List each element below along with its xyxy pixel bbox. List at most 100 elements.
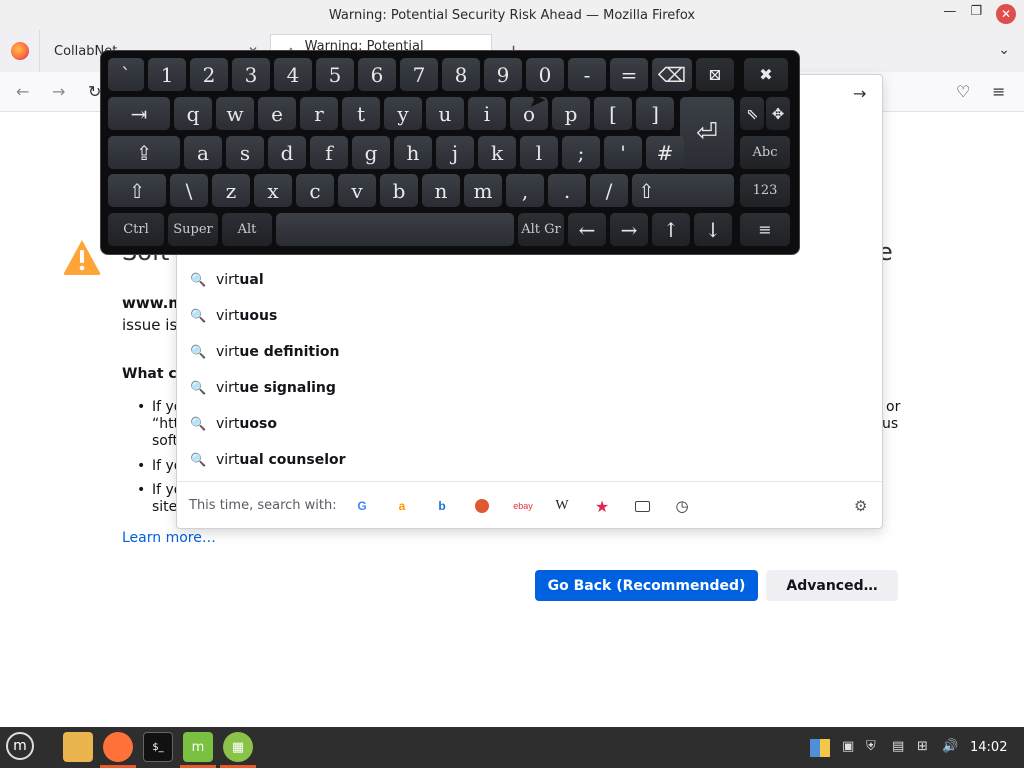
- ebay-icon[interactable]: ebay: [510, 497, 536, 515]
- key-7[interactable]: 7: [400, 58, 438, 91]
- caps-lock-key[interactable]: ⇪: [108, 136, 180, 169]
- key-u[interactable]: u: [426, 97, 464, 130]
- key-backslash[interactable]: \: [170, 174, 208, 207]
- key-t[interactable]: t: [342, 97, 380, 130]
- key-slash[interactable]: /: [590, 174, 628, 207]
- key-i[interactable]: i: [468, 97, 506, 130]
- super-key[interactable]: Super: [168, 213, 218, 246]
- key-s[interactable]: s: [226, 136, 264, 169]
- pointer-icon[interactable]: ⇖: [740, 97, 764, 130]
- tab-key[interactable]: ⇥: [108, 97, 170, 130]
- pocket-icon[interactable]: ♡: [956, 82, 970, 101]
- spreadsheet-icon[interactable]: ▦: [223, 732, 253, 762]
- close-keyboard-icon[interactable]: ✖: [744, 58, 788, 91]
- enter-key[interactable]: ⏎: [680, 97, 734, 169]
- suggestion-item[interactable]: 🔍 virt ue signaling: [190, 370, 336, 406]
- alt-key[interactable]: Alt: [222, 213, 272, 246]
- number-mode-key[interactable]: 123: [740, 174, 790, 207]
- alt-gr-key[interactable]: Alt Gr: [518, 213, 564, 246]
- bookmarks-icon[interactable]: ★: [593, 497, 611, 516]
- gear-icon[interactable]: ⚙: [854, 497, 867, 515]
- key-n[interactable]: n: [422, 174, 460, 207]
- key-g[interactable]: g: [352, 136, 390, 169]
- duckduckgo-icon[interactable]: [473, 497, 491, 515]
- key-m[interactable]: m: [464, 174, 502, 207]
- forward-icon[interactable]: →: [52, 82, 65, 101]
- key-1[interactable]: 1: [148, 58, 186, 91]
- network-icon[interactable]: ⊞: [917, 739, 928, 754]
- key-y[interactable]: y: [384, 97, 422, 130]
- key-2[interactable]: 2: [190, 58, 228, 91]
- bing-icon[interactable]: b: [433, 497, 451, 515]
- key-z[interactable]: z: [212, 174, 250, 207]
- right-shift-key[interactable]: ⇧: [632, 174, 734, 207]
- key-j[interactable]: j: [436, 136, 474, 169]
- key-d[interactable]: d: [268, 136, 306, 169]
- right-arrow-key[interactable]: →: [610, 213, 648, 246]
- back-icon[interactable]: ←: [16, 82, 29, 101]
- firefox-icon[interactable]: [103, 732, 133, 762]
- key-quote[interactable]: ': [604, 136, 642, 169]
- key-minus[interactable]: -: [568, 58, 606, 91]
- suggestion-item[interactable]: 🔍 virt ual: [190, 262, 264, 298]
- firefox-view-button[interactable]: [0, 30, 40, 72]
- clipboard-icon[interactable]: ▣: [842, 739, 854, 754]
- key-6[interactable]: 6: [358, 58, 396, 91]
- key-h[interactable]: h: [394, 136, 432, 169]
- up-arrow-key[interactable]: ↑: [652, 213, 690, 246]
- suggestion-item[interactable]: 🔍 virt ue definition: [190, 334, 340, 370]
- advanced-button[interactable]: Advanced…: [766, 570, 898, 601]
- key-grave[interactable]: `: [108, 58, 144, 91]
- amazon-icon[interactable]: a: [393, 497, 411, 515]
- key-3[interactable]: 3: [232, 58, 270, 91]
- notes-icon[interactable]: ▤: [892, 739, 904, 754]
- backspace-key[interactable]: ⌫: [652, 58, 692, 91]
- key-l[interactable]: l: [520, 136, 558, 169]
- chevron-down-icon[interactable]: ⌄: [998, 42, 1010, 58]
- key-comma[interactable]: ,: [506, 174, 544, 207]
- shield-icon[interactable]: ⛨: [866, 739, 876, 754]
- suggestion-item[interactable]: 🔍 virt ual counselor: [190, 442, 346, 478]
- key-x[interactable]: x: [254, 174, 292, 207]
- key-v[interactable]: v: [338, 174, 376, 207]
- key-k[interactable]: k: [478, 136, 516, 169]
- key-b[interactable]: b: [380, 174, 418, 207]
- key-hash[interactable]: #: [646, 136, 684, 169]
- close-icon[interactable]: ✕: [996, 4, 1016, 24]
- mint-menu-icon[interactable]: m: [6, 732, 34, 760]
- history-icon[interactable]: ◷: [673, 497, 691, 515]
- key-c[interactable]: c: [296, 174, 334, 207]
- suggestion-item[interactable]: 🔍 virt uoso: [190, 406, 277, 442]
- key-0[interactable]: 0: [526, 58, 564, 91]
- key-e[interactable]: e: [258, 97, 296, 130]
- wikipedia-icon[interactable]: W: [553, 497, 571, 515]
- folder-icon[interactable]: [63, 732, 93, 762]
- key-equals[interactable]: =: [610, 58, 648, 91]
- google-icon[interactable]: G: [353, 497, 371, 515]
- down-arrow-key[interactable]: ↓: [694, 213, 732, 246]
- move-icon[interactable]: ✥: [766, 97, 790, 130]
- key-period[interactable]: .: [548, 174, 586, 207]
- go-arrow-icon[interactable]: →: [853, 84, 866, 103]
- left-shift-key[interactable]: ⇧: [108, 174, 166, 207]
- key-f[interactable]: f: [310, 136, 348, 169]
- menu-icon[interactable]: ≡: [992, 82, 1005, 101]
- key-bracket-right[interactable]: ]: [636, 97, 674, 130]
- key-bracket-left[interactable]: [: [594, 97, 632, 130]
- key-a[interactable]: a: [184, 136, 222, 169]
- space-key[interactable]: [276, 213, 514, 246]
- key-9[interactable]: 9: [484, 58, 522, 91]
- volume-icon[interactable]: 🔊: [942, 739, 958, 754]
- mint-update-icon[interactable]: m: [183, 732, 213, 762]
- clock[interactable]: 14:02: [970, 740, 1007, 755]
- key-8[interactable]: 8: [442, 58, 480, 91]
- ctrl-key[interactable]: Ctrl: [108, 213, 164, 246]
- tabs-icon[interactable]: [633, 497, 651, 515]
- terminal-icon[interactable]: $_: [143, 732, 173, 762]
- display-icon[interactable]: [810, 739, 830, 761]
- key-p[interactable]: p: [552, 97, 590, 130]
- left-arrow-key[interactable]: ←: [568, 213, 606, 246]
- key-semicolon[interactable]: ;: [562, 136, 600, 169]
- hide-keyboard-icon[interactable]: ⊠: [696, 58, 734, 91]
- key-4[interactable]: 4: [274, 58, 312, 91]
